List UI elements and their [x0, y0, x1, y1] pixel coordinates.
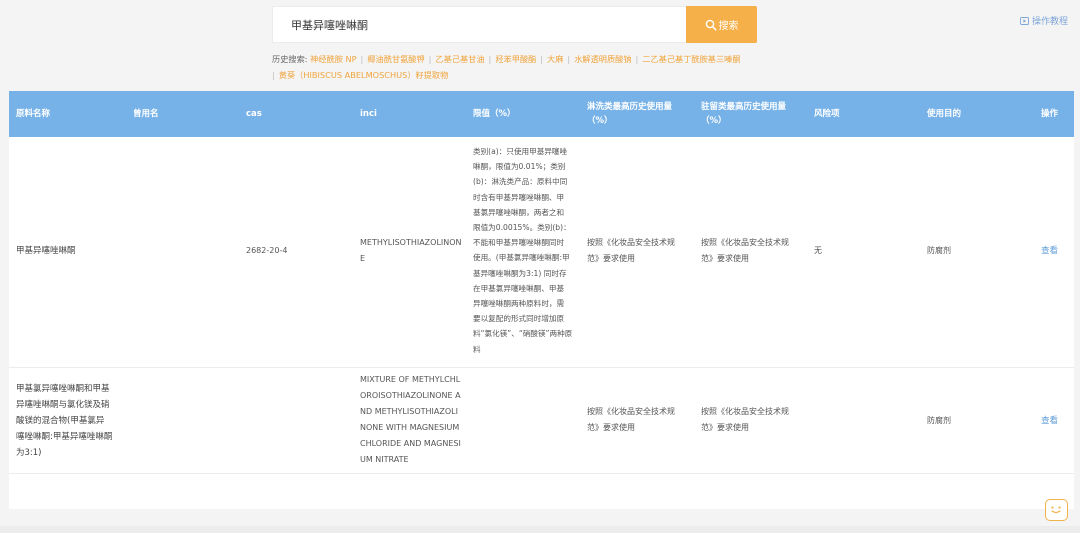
cell-raw-name-line: 为3:1): [16, 448, 42, 458]
cell-inci-line: METHYLISOTHIAZOLINON: [360, 238, 462, 247]
header-leave-on: 驻留类最高历史使用量 （%）: [701, 100, 806, 128]
cell-limit-line: 异噻唑啉酮两种原料时，需: [473, 299, 565, 309]
cell-raw-name: 甲基氯异噻唑啉酮和甲基 异噻唑啉酮与氯化镁及硝 酸镁的混合物(甲基氯异 噻唑啉酮…: [16, 381, 112, 461]
header-limit: 限值（%）: [473, 109, 516, 119]
bottom-bar: [0, 526, 1080, 533]
view-link[interactable]: 查看: [1041, 243, 1058, 259]
cell-limit-line: 不能和甲基异噻唑啉酮同时: [473, 238, 565, 248]
cell-purpose: 防腐剂: [927, 246, 951, 255]
cell-inci-line: ND METHYLISOTHIAZOLI: [360, 407, 458, 416]
tutorial-link[interactable]: 操作教程: [1020, 14, 1068, 27]
header-cas: cas: [246, 109, 262, 119]
cell-leave-on: 按照《化妆品安全技术规 范》要求使用: [701, 235, 789, 267]
cell-limit-line: 在甲基氯异噻唑啉酮、甲基: [473, 283, 565, 293]
search-button[interactable]: 搜索: [686, 6, 757, 43]
cell-raw-name-line: 酸镁的混合物(甲基氯异: [16, 416, 105, 426]
video-play-icon: [1020, 16, 1029, 25]
cell-cas: 2682-20-4: [246, 246, 288, 255]
cell-limit-line: 啉酮，限值为0.01%；类别: [473, 162, 566, 172]
cell-inci-line: E: [360, 254, 366, 263]
cell-limit-line: 时含有甲基异噻唑啉酮、甲: [473, 192, 565, 202]
cell-raw-name-line: 异噻唑啉酮与氯化镁及硝: [16, 400, 110, 410]
cell-limit: 类别(a)：只使用甲基异噻唑 啉酮，限值为0.01%；类别 (b)：淋洗类产品：…: [473, 144, 572, 357]
history-separator: |: [540, 54, 544, 64]
chat-widget-button[interactable]: [1045, 499, 1068, 521]
cell-leave-on-line: 范》要求使用: [701, 254, 749, 263]
cell-limit-line: 限值为0.0015%。类别(b)：: [473, 223, 571, 233]
search-icon: [705, 19, 717, 31]
history-item[interactable]: 二乙基己基丁酰胺基三嗪酮: [642, 54, 740, 64]
cell-risk: 无: [814, 246, 822, 255]
cell-limit-line: (b)：淋洗类产品：原料中同: [473, 177, 568, 187]
cell-limit-line: 料: [473, 344, 481, 354]
cell-raw-name-line: 甲基异噻唑啉酮: [16, 246, 76, 256]
history-label: 历史搜索:: [272, 54, 308, 64]
history-item[interactable]: 大麻: [547, 54, 563, 64]
cell-leave-on: 按照《化妆品安全技术规 范》要求使用: [701, 404, 789, 436]
cell-limit-line: 基氯异噻唑啉酮，两者之和: [473, 207, 565, 217]
cell-rinse-off: 按照《化妆品安全技术规 范》要求使用: [587, 235, 675, 267]
results-table: 原料名称 曾用名 cas inci 限值（%） 淋洗类最高历史使用量 （%） 驻…: [9, 91, 1074, 509]
header-leave-on-line1: 驻留类最高历史使用量: [701, 102, 787, 112]
history-separator: |: [635, 54, 639, 64]
cell-rinse-off-line: 按照《化妆品安全技术规: [587, 238, 675, 247]
cell-limit-line: 类别(a)：只使用甲基异噻唑: [473, 147, 568, 156]
header-rinse-off: 淋洗类最高历史使用量 （%）: [587, 100, 692, 128]
header-action: 操作: [1041, 109, 1059, 119]
search-history: 历史搜索: 神经酰胺 NP | 椰油酰甘氨酸钾 | 乙基己基甘油 | 羟苯甲酸酯 | 大麻 | 水解…: [272, 51, 768, 83]
cell-limit-line: 要以复配的形式同时增加原: [473, 314, 565, 324]
cell-limit-line: 使用。(甲基氯异噻唑啉酮:甲: [473, 253, 570, 263]
cell-inci-line: OROISOTHIAZOLINONE A: [360, 391, 461, 400]
header-rinse-off-line1: 淋洗类最高历史使用量: [587, 102, 673, 112]
search-box: 搜索: [272, 6, 757, 43]
cell-raw-name-line: 甲基氯异噻唑啉酮和甲基: [16, 384, 110, 394]
cell-inci-line: NONE WITH MAGNESIUM: [360, 423, 460, 432]
cell-inci-line: UM NITRATE: [360, 455, 409, 464]
history-item[interactable]: 椰油酰甘氨酸钾: [367, 54, 424, 64]
table-row: 甲基异噻唑啉酮 2682-20-4 METHYLISOTHIAZOLINON E…: [9, 137, 1074, 368]
header-raw-name: 原料名称: [16, 109, 51, 119]
cell-inci: MIXTURE OF METHYLCHL OROISOTHIAZOLINONE …: [360, 372, 461, 468]
history-separator: |: [567, 54, 571, 64]
cell-inci-line: MIXTURE OF METHYLCHL: [360, 375, 461, 384]
chat-face-icon: [1051, 506, 1061, 514]
history-item[interactable]: 羟苯甲酸酯: [495, 54, 536, 64]
history-separator: |: [428, 54, 432, 64]
header-common-name: 曾用名: [133, 109, 159, 119]
tutorial-label: 操作教程: [1031, 17, 1068, 27]
search-button-label: 搜索: [718, 21, 739, 32]
history-item[interactable]: 水解透明质酸钠: [574, 54, 631, 64]
cell-rinse-off-line: 范》要求使用: [587, 254, 635, 263]
history-separator: |: [488, 54, 492, 64]
cell-leave-on-line: 范》要求使用: [701, 423, 749, 432]
header-rinse-off-line2: （%）: [587, 116, 613, 126]
cell-leave-on-line: 按照《化妆品安全技术规: [701, 407, 789, 416]
cell-limit-line: 基异噻唑啉酮为3:1) 同时存: [473, 268, 567, 278]
header-risk: 风险项: [814, 109, 840, 119]
history-item[interactable]: 乙基己基甘油: [435, 54, 484, 64]
header-inci: inci: [360, 109, 377, 119]
cell-inci-line: CHLORIDE AND MAGNESI: [360, 439, 461, 448]
history-separator: |: [360, 54, 364, 64]
cell-purpose: 防腐剂: [927, 416, 951, 425]
cell-raw-name-line: 噻唑啉酮:甲基异噻唑啉酮: [16, 432, 113, 442]
cell-limit-line: 料“氯化镁”、“硝酸镁”两种原: [473, 329, 573, 339]
cell-raw-name: 甲基异噻唑啉酮: [16, 243, 76, 259]
history-separator: |: [272, 70, 275, 80]
header-leave-on-line2: （%）: [701, 116, 727, 126]
table-row: 甲基氯异噻唑啉酮和甲基 异噻唑啉酮与氯化镁及硝 酸镁的混合物(甲基氯异 噻唑啉酮…: [9, 368, 1074, 474]
cell-leave-on-line: 按照《化妆品安全技术规: [701, 238, 789, 247]
view-link[interactable]: 查看: [1041, 413, 1058, 429]
cell-rinse-off-line: 按照《化妆品安全技术规: [587, 407, 675, 416]
history-item[interactable]: 神经酰胺 NP: [310, 54, 356, 64]
cell-rinse-off-line: 范》要求使用: [587, 423, 635, 432]
table-header: 原料名称 曾用名 cas inci 限值（%） 淋洗类最高历史使用量 （%） 驻…: [9, 91, 1074, 137]
cell-rinse-off: 按照《化妆品安全技术规 范》要求使用: [587, 404, 675, 436]
cell-inci: METHYLISOTHIAZOLINON E: [360, 235, 462, 267]
search-input[interactable]: [273, 7, 687, 42]
header-purpose: 使用目的: [927, 109, 962, 119]
history-item[interactable]: 黄葵（HIBISCUS ABELMOSCHUS）籽提取物: [279, 70, 449, 80]
page: 搜索 操作教程 历史搜索: 神经酰胺 NP|椰油酰甘氨酸钾|乙基己基甘油|羟苯甲…: [0, 0, 1080, 533]
